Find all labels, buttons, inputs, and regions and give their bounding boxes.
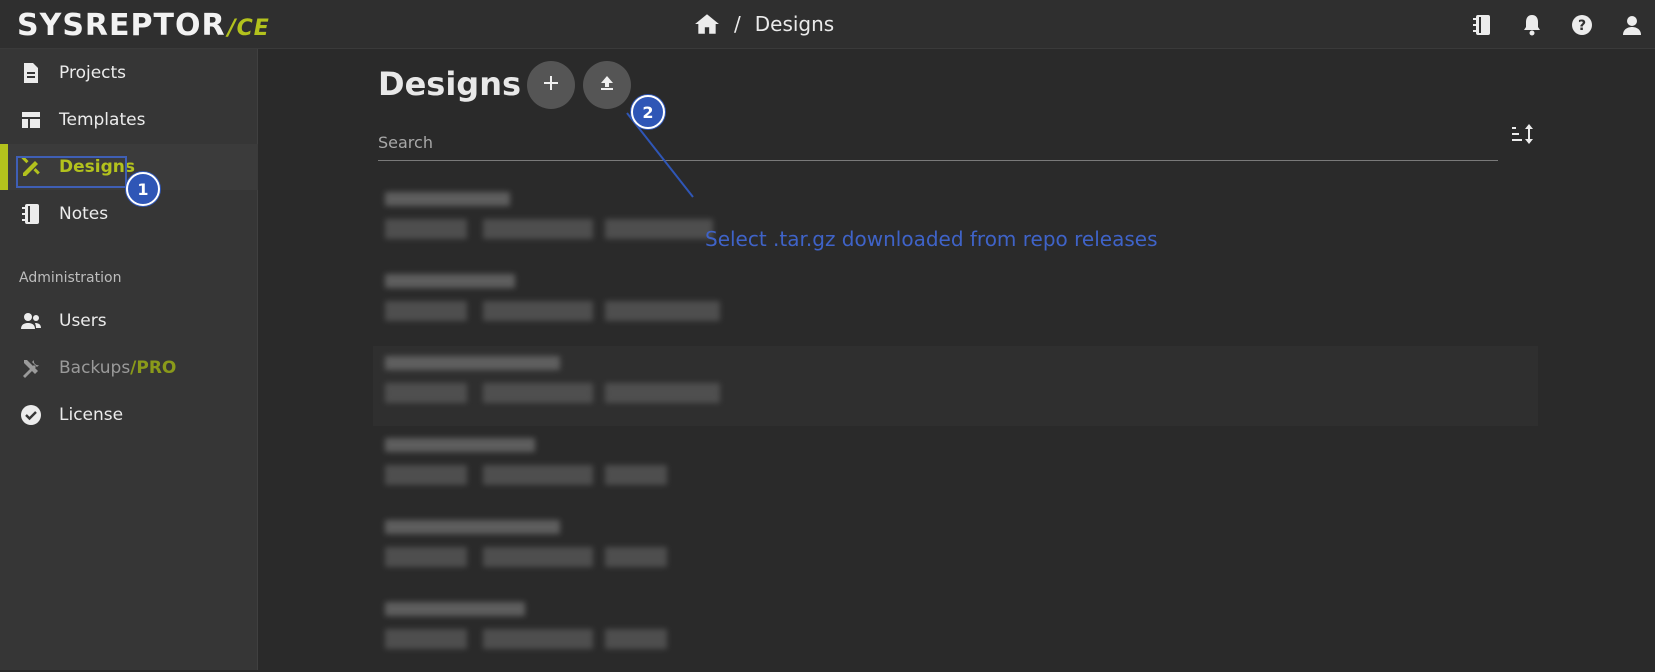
list-item-title-blurred	[385, 356, 560, 370]
sidebar-item-label: Projects	[59, 63, 127, 83]
sidebar-item-label: Users	[59, 311, 107, 331]
list-item[interactable]	[373, 346, 1538, 426]
file-document-icon	[20, 62, 42, 84]
administration-heading: Administration	[19, 270, 122, 286]
backups-label: Backups	[59, 358, 131, 378]
search-field[interactable]	[378, 127, 1498, 161]
tag-chip-blurred	[605, 629, 667, 649]
tag-chip-blurred	[385, 301, 467, 321]
list-item[interactable]	[373, 428, 1538, 508]
main-content: Designs	[258, 49, 1655, 670]
add-design-button[interactable]	[527, 61, 575, 109]
tag-chip-blurred	[483, 465, 593, 485]
tag-chip-blurred	[605, 465, 667, 485]
sidebar-item-label: Templates	[59, 110, 146, 130]
sidebar-item-label: Notes	[59, 204, 109, 224]
list-item[interactable]	[373, 264, 1538, 344]
sidebar-item-users[interactable]: Users	[0, 298, 258, 344]
tag-chip-blurred	[483, 383, 593, 403]
tag-chip-blurred	[605, 383, 720, 403]
tag-chip-blurred	[385, 629, 467, 649]
sidebar-item-templates[interactable]: Templates	[0, 97, 258, 143]
notebook-icon	[20, 203, 42, 225]
tag-chip-blurred	[483, 629, 593, 649]
tag-chip-blurred	[385, 547, 467, 567]
sort-icon[interactable]	[1510, 121, 1540, 151]
list-item-title-blurred	[385, 274, 515, 288]
list-item-title-blurred	[385, 438, 535, 452]
tag-chip-blurred	[483, 547, 593, 567]
page-title: Designs	[378, 65, 522, 103]
breadcrumb: / Designs	[694, 12, 834, 36]
upload-icon	[598, 74, 616, 96]
notebook-icon[interactable]	[1469, 12, 1495, 38]
annotation-highlight-box	[16, 156, 127, 188]
home-icon[interactable]	[694, 12, 720, 36]
sidebar-item-license[interactable]: License	[0, 392, 258, 438]
pro-badge: /PRO	[130, 358, 177, 378]
account-icon[interactable]	[1619, 12, 1645, 38]
list-item[interactable]	[373, 592, 1538, 672]
list-item-title-blurred	[385, 192, 510, 206]
tag-chip-blurred	[483, 219, 593, 239]
tools-icon	[20, 357, 42, 379]
users-icon	[20, 310, 42, 332]
import-design-button[interactable]	[583, 61, 631, 109]
tag-chip-blurred	[605, 219, 713, 239]
tag-chip-blurred	[605, 547, 667, 567]
tag-chip-blurred	[385, 383, 467, 403]
help-icon[interactable]: ?	[1569, 12, 1595, 38]
sidebar: Projects Templates Designs Notes Adminis…	[0, 49, 258, 670]
search-input[interactable]	[378, 127, 1498, 157]
sidebar-item-projects[interactable]: Projects	[0, 50, 258, 96]
table-layout-icon	[20, 109, 42, 131]
sidebar-item-backups[interactable]: Backups/PRO	[0, 345, 258, 391]
sidebar-item-label: License	[59, 405, 124, 425]
active-indicator	[0, 144, 8, 190]
tag-chip-blurred	[385, 465, 467, 485]
logo-suffix: /CE	[227, 16, 270, 41]
sidebar-item-label: Backups/PRO	[59, 358, 176, 378]
list-item[interactable]	[373, 510, 1538, 590]
breadcrumb-separator: /	[734, 12, 741, 36]
list-item-title-blurred	[385, 520, 560, 534]
svg-text:?: ?	[1578, 18, 1586, 34]
bell-icon[interactable]	[1519, 12, 1545, 38]
annotation-badge-2: 2	[631, 95, 665, 129]
logo-text: SYSREPTOR	[17, 8, 226, 43]
plus-icon	[542, 74, 560, 96]
breadcrumb-current: Designs	[754, 12, 835, 36]
app-logo[interactable]: SYSREPTOR/CE	[17, 8, 270, 43]
tag-chip-blurred	[605, 301, 720, 321]
tag-chip-blurred	[483, 301, 593, 321]
check-decagram-icon	[20, 404, 42, 426]
top-app-bar: SYSREPTOR/CE / Designs ?	[0, 0, 1655, 49]
annotation-badge-1: 1	[126, 172, 160, 206]
top-icon-group: ?	[1469, 12, 1655, 38]
tag-chip-blurred	[385, 219, 467, 239]
list-item-title-blurred	[385, 602, 525, 616]
annotation-note: Select .tar.gz downloaded from repo rele…	[705, 227, 1158, 251]
